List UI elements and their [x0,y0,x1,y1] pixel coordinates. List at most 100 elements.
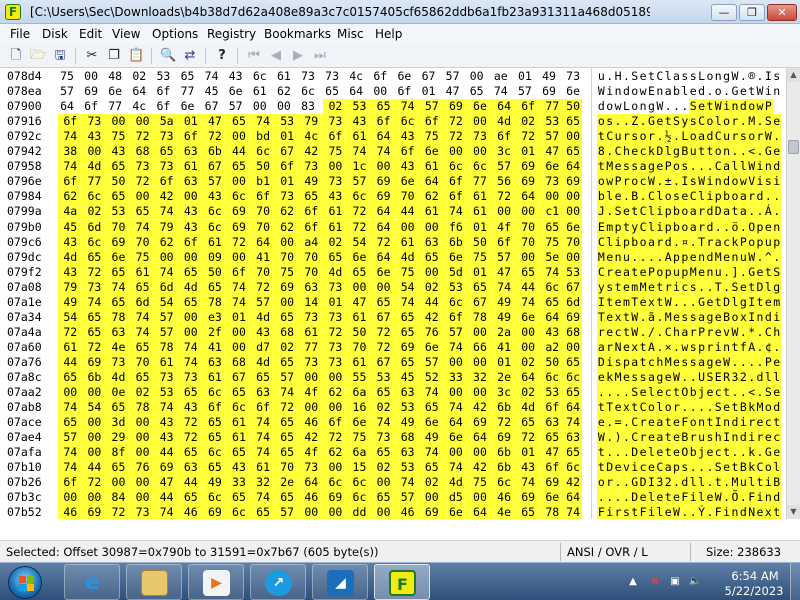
hex-row[interactable]: 078ea 57 69 6e 64 6f 77 45 6e 61 62 6c 65 64 00 6f 01 47 6… [0,84,786,99]
hex-byte[interactable]: 72 [178,415,204,431]
hex-byte[interactable]: 00 [130,475,155,491]
hex-byte[interactable]: 53 [106,204,131,220]
ascii-char[interactable]: e [772,445,782,461]
hex-byte[interactable]: 62 [323,445,348,461]
hex-byte[interactable]: 72 [106,505,131,519]
hex-byte[interactable]: 54 [347,234,372,250]
hex-byte[interactable]: 49 [491,294,517,310]
hex-byte[interactable]: 49 [58,294,83,310]
hex-byte[interactable]: 70 [130,234,155,250]
hex-byte[interactable]: 57 [491,249,517,265]
hex-byte[interactable]: 4d [443,475,469,491]
hex-byte[interactable]: 50 [347,324,372,340]
hex-byte[interactable]: 00 [371,279,396,295]
hex-byte[interactable]: 49 [299,174,324,190]
hex-byte[interactable]: 6c [347,490,372,506]
hex-byte[interactable]: 4f [491,219,517,235]
hex-byte[interactable]: 33 [443,370,469,385]
hex-byte[interactable]: 61 [202,370,228,385]
hex-byte[interactable]: 75 [419,129,445,145]
hex-byte[interactable]: 44 [154,490,179,506]
hex-bytes[interactable]: 74 4d 65 73 73 61 67 65 50 6f 73 00 1c 00 43 61 6c 6c 57 69… [58,159,588,175]
hex-byte[interactable]: 69 [371,174,396,190]
hex-byte[interactable]: 73 [323,69,341,84]
hex-byte[interactable]: 6d [154,279,179,295]
hex-byte[interactable]: 72 [443,129,469,145]
hex-byte[interactable]: 6f [154,174,179,190]
hex-byte[interactable]: 6c [202,490,228,506]
hex-byte[interactable]: 33 [226,475,252,491]
hex-byte[interactable]: 74 [130,309,155,325]
hex-byte[interactable]: 73 [323,339,348,355]
hex-byte[interactable]: 47 [540,445,565,461]
hex-byte[interactable]: e3 [202,309,228,325]
hex-byte[interactable]: 74 [540,264,565,280]
hex-byte[interactable]: 00 [371,475,396,491]
hex-byte[interactable]: 65 [130,279,155,295]
hex-byte[interactable]: 66 [467,339,493,355]
hex-byte[interactable]: bd [250,129,276,145]
hex-byte[interactable]: 61 [347,309,372,325]
hex-row[interactable]: 07a08 79 73 74 65 6d 4d 65 74 72 69 63 73 00 00 54 02 53 6… [0,279,786,295]
ascii-text[interactable]: TextW.ã.MessageBoxIndi [597,309,782,325]
hex-byte[interactable]: 00 [299,505,324,519]
ascii-text[interactable]: EmptyClipboard..ö.Open [597,219,782,235]
hex-byte[interactable]: 74 [492,84,510,99]
hex-byte[interactable]: 73 [371,430,396,446]
hex-bytes[interactable]: 61 72 4e 65 78 74 41 00 d7 02 77 73 70 72 69 6e 74 66 41 00… [58,339,588,355]
hex-byte[interactable]: 69 [467,415,493,431]
hex-byte[interactable]: 00 [130,445,155,461]
hex-byte[interactable]: 6b [491,460,517,476]
menu-options[interactable]: Options [152,27,198,41]
hex-byte[interactable]: 65 [178,445,204,461]
hex-byte[interactable]: 74 [443,460,469,476]
hex-byte[interactable]: 69 [564,174,583,190]
hex-byte[interactable]: 6c [251,69,269,84]
hex-byte[interactable]: d5 [443,490,469,506]
hex-byte[interactable]: 00 [323,505,348,519]
hex-byte[interactable]: 6e [467,99,493,115]
hex-byte[interactable]: b1 [250,174,276,190]
ascii-char[interactable]: S [772,264,782,280]
hex-byte[interactable]: 64 [371,129,396,145]
hex-byte[interactable]: 74 [250,415,276,431]
hex-byte[interactable]: 78 [106,309,131,325]
hex-byte[interactable]: 69 [419,505,445,519]
hex-byte[interactable]: 72 [82,264,107,280]
hex-byte[interactable]: 65 [468,84,486,99]
hex-byte[interactable]: 72 [323,324,348,340]
hex-byte[interactable]: 74 [58,400,83,416]
hex-byte[interactable]: 00 [419,219,445,235]
hex-byte[interactable]: 72 [347,219,372,235]
hex-byte[interactable]: 4d [178,279,204,295]
hex-byte[interactable]: 63 [178,174,204,190]
hex-byte[interactable]: 74 [395,294,420,310]
ascii-text[interactable]: tDeviceCaps...SetBkCol [597,460,782,476]
hex-byte[interactable]: 69 [323,490,348,506]
hex-byte[interactable]: 68 [395,430,420,446]
hex-byte[interactable]: 6f [250,400,276,416]
hex-byte[interactable]: 64 [347,84,365,99]
hex-byte[interactable]: 6d [564,294,583,310]
hex-byte[interactable]: 84 [106,490,131,506]
hex-byte[interactable]: 6e [419,144,445,160]
menu-bookmarks[interactable]: Bookmarks [264,27,331,41]
hex-byte[interactable]: 65 [419,249,445,265]
hex-byte[interactable]: 65 [419,460,445,476]
hex-row[interactable]: 07afa 74 00 8f 00 44 65 6c 65 74 65 4f 62 6a 65 63 74 00 0… [0,445,786,461]
hex-byte[interactable]: a4 [299,234,324,250]
hex-byte[interactable]: 74 [154,204,179,220]
hex-byte[interactable]: 74 [130,324,155,340]
hex-byte[interactable]: 6e [443,430,469,446]
hex-byte[interactable]: 6e [564,219,583,235]
ascii-char[interactable]: n [772,219,782,235]
ascii-text[interactable]: a r Ne x t A. ×. w s p r i n t f A. ¢. [597,339,782,355]
hex-byte[interactable]: 76 [130,460,155,476]
hex-byte[interactable]: 67 [226,370,252,385]
hex-byte[interactable]: 65 [82,324,107,340]
help-icon[interactable]: ? [214,48,230,64]
hex-byte[interactable]: 43 [395,129,420,145]
hex-byte[interactable]: 64 [540,309,565,325]
ascii-char[interactable]: p [772,234,782,250]
hex-byte[interactable]: 00 [515,324,541,340]
